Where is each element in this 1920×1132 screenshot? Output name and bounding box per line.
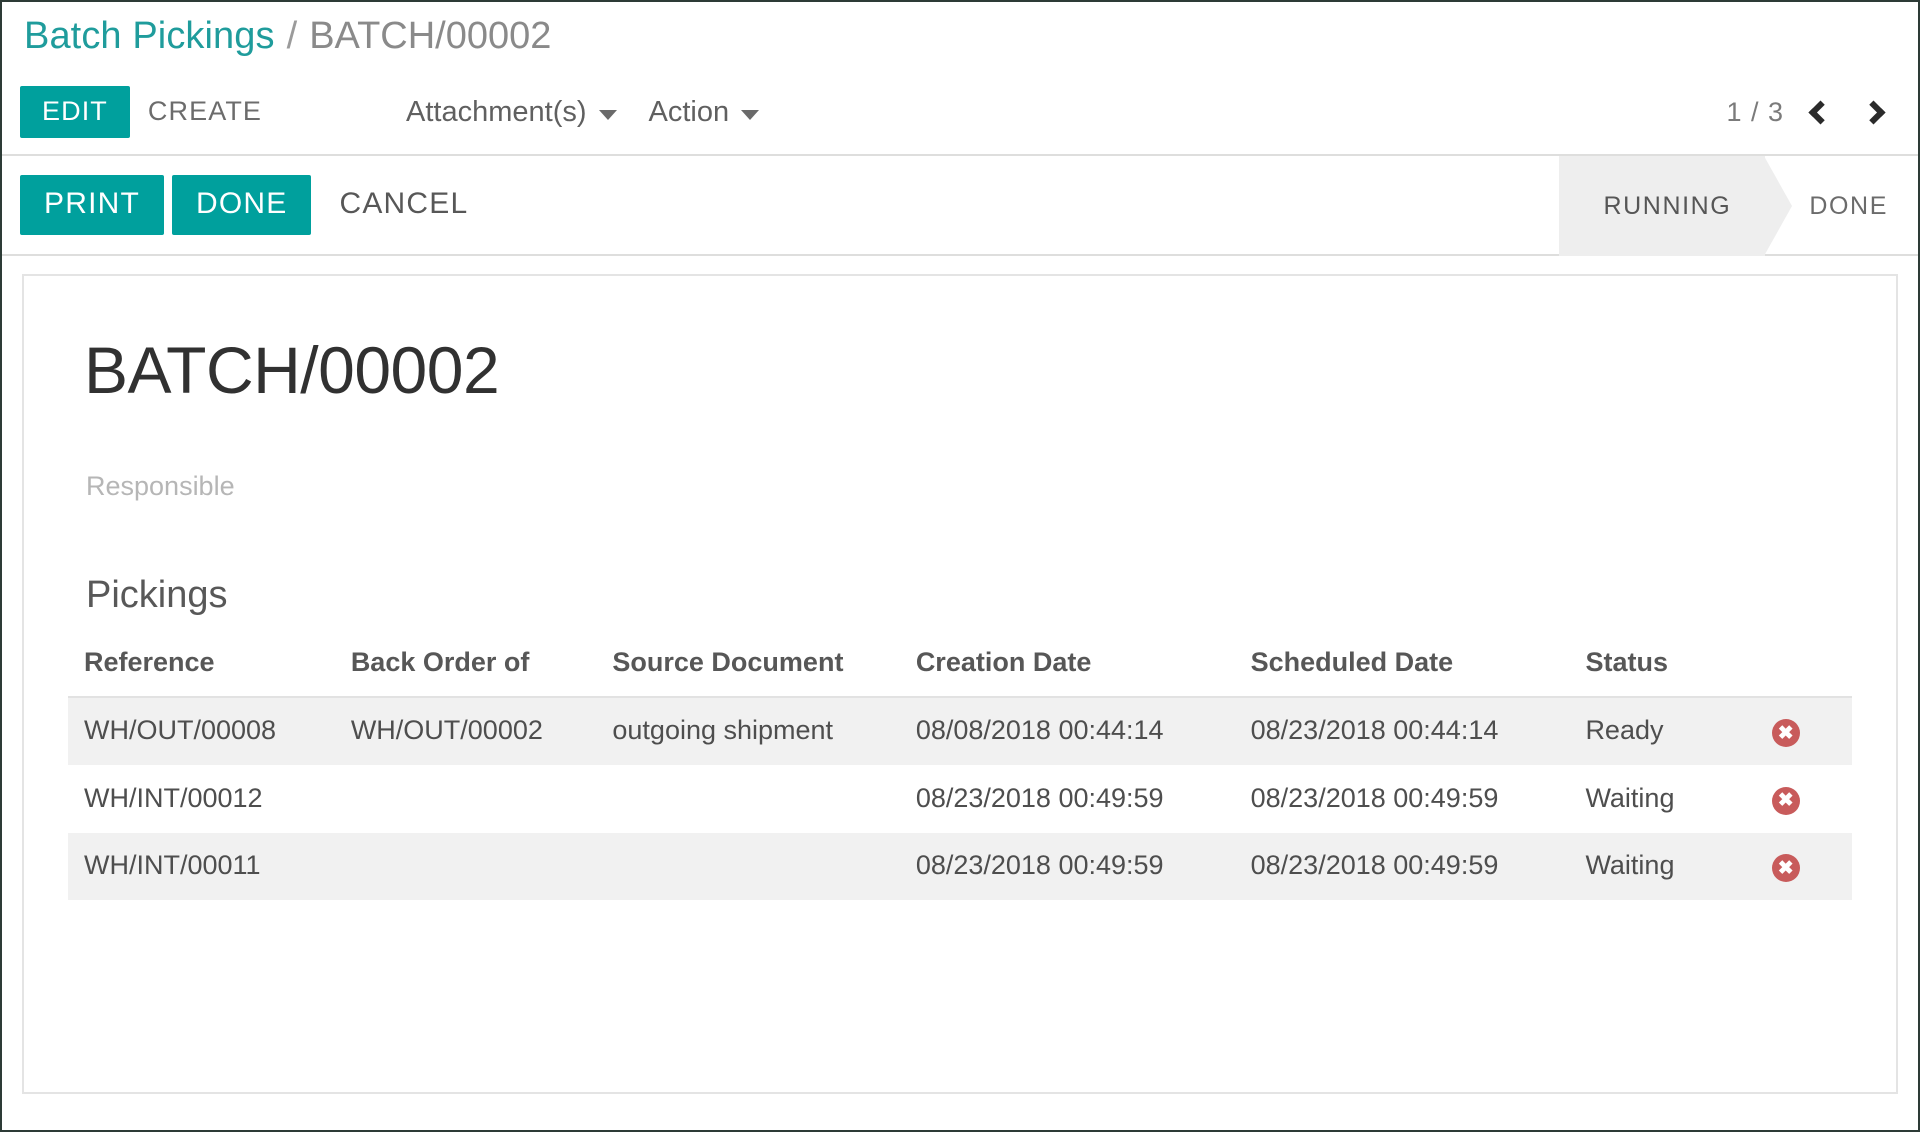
cell-source-document bbox=[596, 765, 900, 833]
cell-delete: ✖ bbox=[1757, 832, 1852, 901]
control-panel: EDIT CREATE Attachment(s) Action 1 / 3 bbox=[2, 70, 1918, 156]
status-pipeline: RUNNING DONE bbox=[1559, 156, 1918, 256]
breadcrumb: Batch Pickings / BATCH/00002 bbox=[2, 2, 1918, 70]
table-header-row: Reference Back Order of Source Document … bbox=[68, 640, 1852, 698]
create-button[interactable]: CREATE bbox=[130, 86, 280, 138]
cell-reference: WH/OUT/00008 bbox=[68, 696, 335, 766]
cell-scheduled-date: 08/23/2018 00:49:59 bbox=[1234, 765, 1570, 833]
table-row[interactable]: WH/INT/00011 08/23/2018 00:49:59 08/23/2… bbox=[68, 832, 1852, 901]
pager: 1 / 3 bbox=[1726, 97, 1898, 128]
cell-source-document bbox=[596, 832, 900, 901]
sheet-container: BATCH/00002 Responsible Pickings Referen… bbox=[2, 256, 1918, 1094]
chevron-left-icon bbox=[1808, 99, 1833, 125]
breadcrumb-current: BATCH/00002 bbox=[309, 14, 552, 57]
cell-status: Waiting bbox=[1569, 832, 1758, 901]
form-statusbar-row: PRINT DONE CANCEL RUNNING DONE bbox=[2, 156, 1918, 256]
cancel-button[interactable]: CANCEL bbox=[319, 175, 488, 235]
attachments-dropdown[interactable]: Attachment(s) bbox=[390, 86, 633, 139]
column-header-actions bbox=[1757, 640, 1852, 698]
cell-reference: WH/INT/00011 bbox=[68, 832, 335, 901]
form-sheet: BATCH/00002 Responsible Pickings Referen… bbox=[22, 274, 1898, 1094]
cell-delete: ✖ bbox=[1757, 765, 1852, 833]
cell-source-document: outgoing shipment bbox=[596, 696, 900, 766]
cell-creation-date: 08/08/2018 00:44:14 bbox=[899, 696, 1235, 766]
stage-running[interactable]: RUNNING bbox=[1559, 156, 1793, 256]
cell-status: Waiting bbox=[1569, 765, 1758, 833]
column-header-back-order-of[interactable]: Back Order of bbox=[334, 640, 597, 698]
pickings-section-title: Pickings bbox=[86, 573, 228, 616]
cell-creation-date: 08/23/2018 00:49:59 bbox=[899, 832, 1235, 901]
table-row[interactable]: WH/OUT/00008 WH/OUT/00002 outgoing shipm… bbox=[68, 696, 1852, 766]
cell-delete: ✖ bbox=[1757, 696, 1852, 766]
action-label: Action bbox=[648, 95, 730, 128]
cell-scheduled-date: 08/23/2018 00:44:14 bbox=[1234, 696, 1570, 766]
cell-reference: WH/INT/00012 bbox=[68, 765, 335, 833]
responsible-placeholder: Responsible bbox=[86, 470, 235, 501]
cell-back-order-of: WH/OUT/00002 bbox=[334, 696, 597, 766]
mark-done-button[interactable]: DONE bbox=[172, 175, 312, 235]
pager-next-button[interactable] bbox=[1857, 99, 1890, 125]
chevron-right-icon bbox=[1861, 99, 1886, 125]
cell-back-order-of bbox=[334, 832, 597, 901]
cell-creation-date: 08/23/2018 00:49:59 bbox=[899, 765, 1235, 833]
pickings-table-body: WH/OUT/00008 WH/OUT/00002 outgoing shipm… bbox=[68, 696, 1852, 901]
chevron-down-icon bbox=[741, 109, 760, 120]
breadcrumb-separator: / bbox=[286, 14, 298, 57]
column-header-creation-date[interactable]: Creation Date bbox=[899, 640, 1235, 698]
column-header-scheduled-date[interactable]: Scheduled Date bbox=[1234, 640, 1570, 698]
table-row[interactable]: WH/INT/00012 08/23/2018 00:49:59 08/23/2… bbox=[68, 765, 1852, 833]
delete-circle-icon[interactable]: ✖ bbox=[1771, 719, 1800, 748]
responsible-field[interactable]: Responsible bbox=[86, 471, 1852, 502]
chevron-down-icon bbox=[598, 109, 617, 120]
column-header-status[interactable]: Status bbox=[1569, 640, 1758, 698]
column-header-reference[interactable]: Reference bbox=[68, 640, 335, 698]
delete-circle-icon[interactable]: ✖ bbox=[1771, 786, 1800, 815]
delete-circle-icon[interactable]: ✖ bbox=[1771, 854, 1800, 883]
page-title: BATCH/00002 bbox=[84, 333, 500, 407]
pickings-table-head: Reference Back Order of Source Document … bbox=[68, 640, 1852, 698]
cell-back-order-of bbox=[334, 765, 597, 833]
column-header-source-document[interactable]: Source Document bbox=[596, 640, 900, 698]
pager-count: 1 / 3 bbox=[1726, 96, 1784, 127]
print-button[interactable]: PRINT bbox=[20, 175, 164, 235]
action-dropdown[interactable]: Action bbox=[633, 86, 776, 139]
edit-button[interactable]: EDIT bbox=[20, 86, 130, 138]
pickings-table: Reference Back Order of Source Document … bbox=[68, 640, 1852, 901]
pager-previous-button[interactable] bbox=[1804, 99, 1837, 125]
cell-status: Ready bbox=[1569, 696, 1758, 766]
attachments-label: Attachment(s) bbox=[406, 95, 587, 128]
cell-scheduled-date: 08/23/2018 00:49:59 bbox=[1234, 832, 1570, 901]
odoo-form-view: Batch Pickings / BATCH/00002 EDIT CREATE… bbox=[0, 0, 1920, 1132]
breadcrumb-root-link[interactable]: Batch Pickings bbox=[24, 15, 275, 58]
